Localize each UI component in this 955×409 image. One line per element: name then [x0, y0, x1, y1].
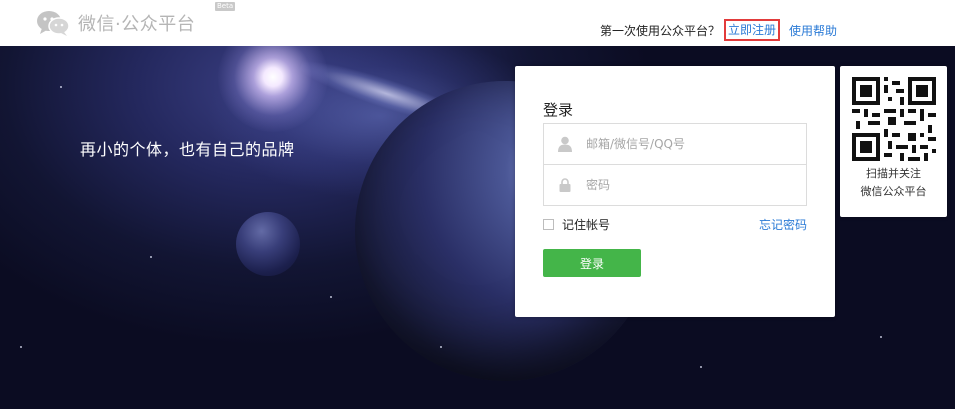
beta-badge: Beta [215, 2, 236, 11]
help-link[interactable]: 使用帮助 [789, 22, 837, 39]
star-dot [330, 296, 332, 298]
qr-panel: 扫描并关注 微信公众平台 [840, 66, 947, 217]
star-dot [880, 336, 882, 338]
register-link[interactable]: 立即注册 [723, 19, 780, 41]
star-dot [700, 366, 702, 368]
lock-icon [544, 165, 586, 205]
space-banner: 再小的个体，也有自己的品牌 登录 记住帐号 [0, 46, 955, 409]
star-dot [20, 346, 22, 348]
small-planet-image [236, 212, 300, 276]
qr-caption-line2: 微信公众平台 [860, 185, 927, 198]
login-panel: 登录 记住帐号 忘记密码 登录 [515, 66, 835, 317]
password-input[interactable] [586, 178, 786, 192]
slogan: 再小的个体，也有自己的品牌 [80, 140, 295, 159]
logo[interactable]: 微信·公众平台 [36, 9, 195, 37]
remember-label: 记住帐号 [562, 218, 611, 232]
login-button[interactable]: 登录 [543, 249, 641, 277]
forgot-password-link[interactable]: 忘记密码 [759, 216, 807, 233]
remember-checkbox[interactable] [543, 219, 554, 230]
first-time-text: 第一次使用公众平台？ [599, 23, 720, 38]
logo-text: 微信·公众平台 [78, 14, 196, 35]
star-dot [440, 346, 442, 348]
qr-caption-line1: 扫描并关注 [866, 167, 921, 180]
wechat-logo-icon [36, 10, 70, 36]
username-field[interactable] [543, 123, 807, 165]
header: 微信·公众平台 Beta 第一次使用公众平台？ 立即注册 使用帮助 [0, 0, 955, 46]
star-dot [150, 256, 152, 258]
user-icon [544, 124, 586, 164]
remember-account[interactable]: 记住帐号 [543, 216, 610, 233]
password-field[interactable] [543, 164, 807, 206]
username-input[interactable] [586, 137, 786, 151]
login-title: 登录 [543, 101, 574, 119]
qr-code-image [852, 77, 936, 161]
top-links: 第一次使用公众平台？ 立即注册 使用帮助 [600, 19, 837, 41]
star-dot [60, 86, 62, 88]
